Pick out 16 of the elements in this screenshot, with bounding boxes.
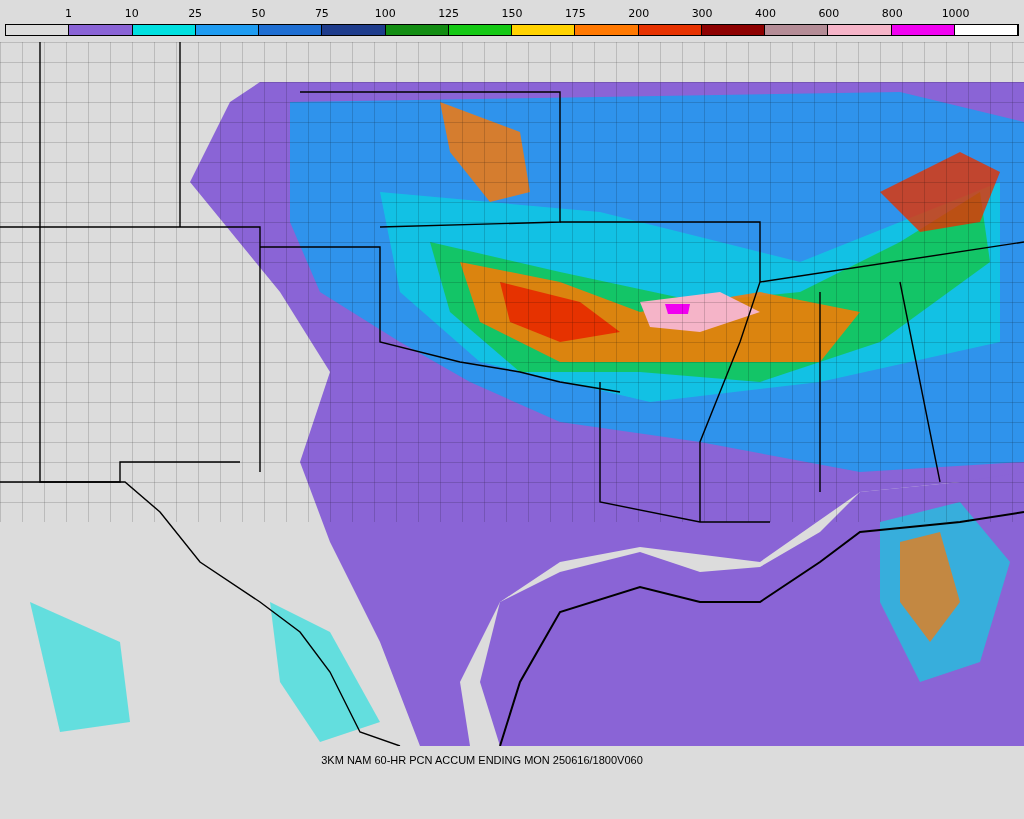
legend-label: 1000 — [941, 6, 970, 22]
legend-label: 800 — [881, 6, 903, 22]
legend-label: 600 — [818, 6, 840, 22]
legend-label: 50 — [251, 6, 266, 22]
legend-label: 1 — [64, 6, 72, 22]
legend-label: 400 — [755, 6, 776, 22]
legend-label: 175 — [564, 6, 586, 22]
legend-label: 200 — [628, 6, 650, 22]
legend-label: 25 — [188, 6, 203, 22]
legend-label: 75 — [314, 6, 329, 22]
legend-label: 300 — [691, 6, 713, 22]
legend-label: 125 — [438, 6, 460, 22]
map-caption: 3KM NAM 60-HR PCN ACCUM ENDING MON 250616/1800V060 — [321, 754, 643, 766]
legend-label: 150 — [501, 6, 523, 22]
legend-label: 10 — [124, 6, 139, 22]
legend-label: 100 — [374, 6, 396, 22]
